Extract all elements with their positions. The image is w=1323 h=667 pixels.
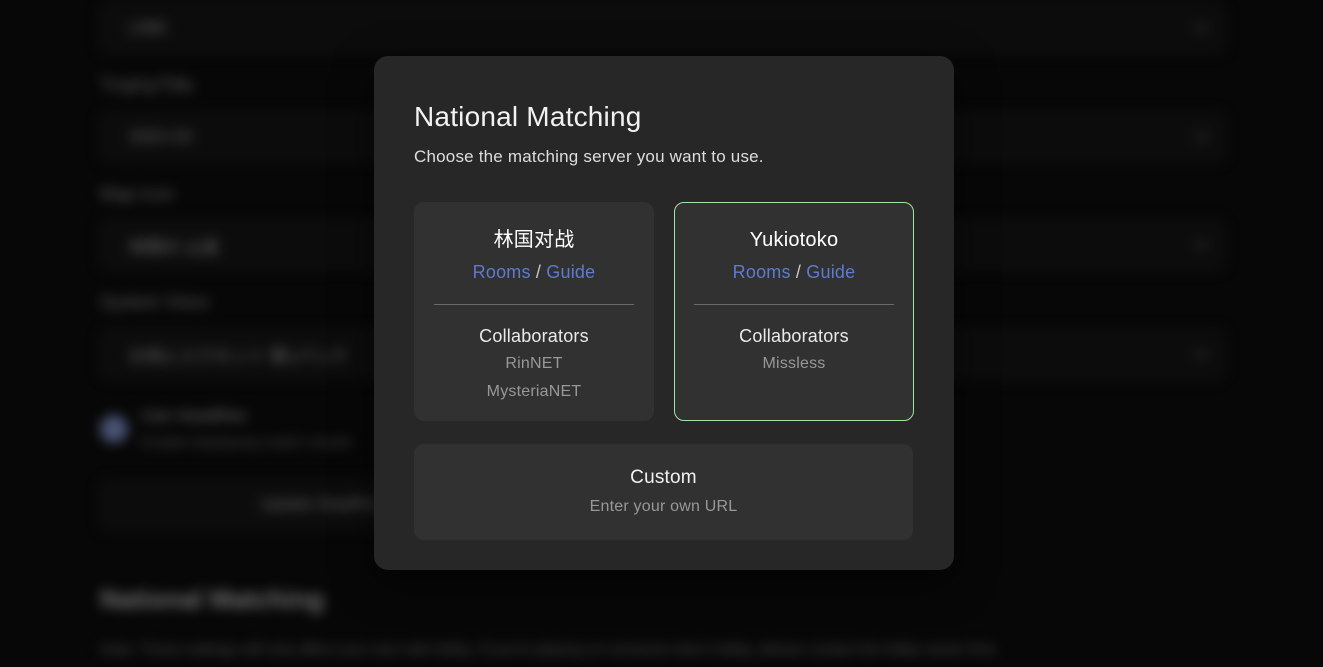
guide-link[interactable]: Guide xyxy=(806,262,855,282)
server-card-yukiotoko[interactable]: Yukiotoko Rooms / Guide Collaborators Mi… xyxy=(674,202,914,421)
collaborator-name: MysteriaNET xyxy=(415,380,653,404)
server-card-linguo[interactable]: 林国对战 Rooms / Guide Collaborators RinNET … xyxy=(414,202,654,421)
collaborators-label: Collaborators xyxy=(415,324,653,348)
server-cards-row: 林国对战 Rooms / Guide Collaborators RinNET … xyxy=(414,202,914,421)
link-separator: / xyxy=(536,262,541,282)
server-name: Yukiotoko xyxy=(675,227,913,253)
national-matching-dialog: National Matching Choose the matching se… xyxy=(374,56,954,570)
guide-link[interactable]: Guide xyxy=(546,262,595,282)
page-title: National Matching xyxy=(414,100,914,134)
card-divider xyxy=(434,304,634,305)
custom-subtitle: Enter your own URL xyxy=(414,498,913,516)
custom-title: Custom xyxy=(414,465,913,490)
rooms-link[interactable]: Rooms xyxy=(473,262,531,282)
server-links: Rooms / Guide xyxy=(415,260,653,285)
collaborator-name: Missless xyxy=(675,352,913,376)
dialog-subtitle: Choose the matching server you want to u… xyxy=(414,147,914,167)
server-name: 林国对战 xyxy=(415,227,653,253)
card-divider xyxy=(694,304,894,305)
custom-server-card[interactable]: Custom Enter your own URL xyxy=(414,444,913,540)
server-links: Rooms / Guide xyxy=(675,260,913,285)
collaborators-label: Collaborators xyxy=(675,324,913,348)
collaborator-name: RinNET xyxy=(415,352,653,376)
link-separator: / xyxy=(796,262,801,282)
rooms-link[interactable]: Rooms xyxy=(733,262,791,282)
